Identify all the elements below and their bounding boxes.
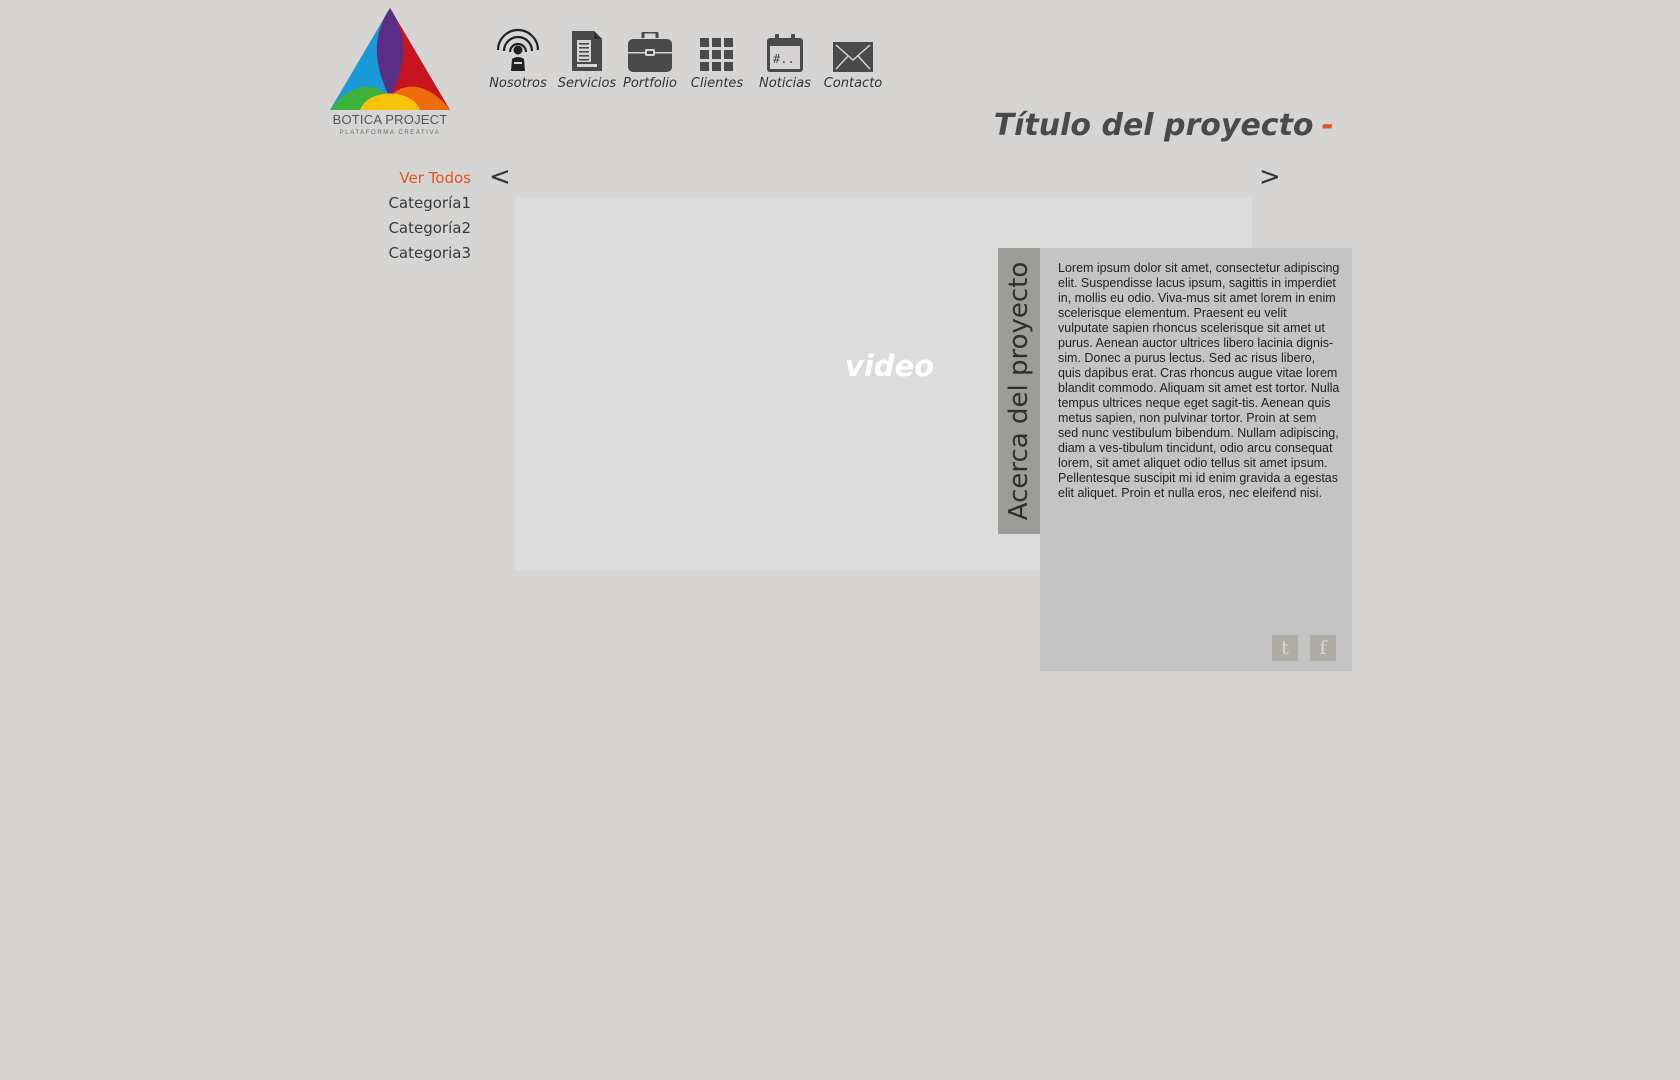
category-2[interactable]: Categoría2: [388, 216, 471, 241]
category-1[interactable]: Categoría1: [388, 191, 471, 216]
nav-label: Clientes: [690, 76, 744, 91]
botica-logo[interactable]: BOTICA PROJECT PLATAFORMA CREATIVA: [330, 8, 450, 138]
nav-nosotros[interactable]: Nosotros: [483, 26, 553, 91]
about-body: Lorem ipsum dolor sit amet, consectetur …: [1058, 261, 1340, 500]
about-panel: Lorem ipsum dolor sit amet, consectetur …: [1040, 248, 1352, 671]
nav-noticias[interactable]: #.. Noticias: [750, 26, 820, 91]
facebook-button[interactable]: f: [1310, 635, 1336, 661]
envelope-icon: [833, 42, 873, 72]
logo-subtitle: PLATAFORMA CREATIVA: [339, 130, 441, 136]
next-arrow[interactable]: >: [1259, 162, 1281, 192]
nav-label: Contacto: [823, 76, 883, 91]
nav-servicios[interactable]: Servicios: [552, 26, 622, 91]
grid-icon: [700, 38, 733, 71]
category-3[interactable]: Categoria3: [388, 241, 471, 266]
person-broadcast-icon: [496, 28, 540, 71]
project-title: Título del proyecto -: [994, 108, 1334, 143]
svg-text:#..: #..: [773, 52, 795, 66]
video-placeholder-label: video: [845, 349, 935, 383]
nav-label: Nosotros: [489, 76, 547, 91]
nav-portfolio[interactable]: Portfolio: [615, 26, 685, 91]
nav-clientes[interactable]: Clientes: [682, 26, 752, 91]
nav-contacto[interactable]: Contacto: [818, 26, 888, 91]
briefcase-icon: [628, 32, 672, 72]
twitter-button[interactable]: t: [1272, 635, 1298, 661]
nav-label: Servicios: [557, 76, 617, 91]
nav-label: Noticias: [759, 76, 811, 91]
nav-label: Portfolio: [623, 76, 677, 91]
logo-title: BOTICA PROJECT: [332, 112, 448, 127]
project-title-dash: -: [1321, 108, 1334, 143]
previous-arrow[interactable]: <: [489, 162, 511, 192]
about-heading: Acerca del proyecto: [1004, 261, 1034, 521]
document-icon: [572, 31, 602, 71]
triangle-logo-icon: [330, 8, 450, 110]
about-tab: Acerca del proyecto: [998, 248, 1040, 534]
category-list: Ver Todos Categoría1 Categoría2 Categori…: [388, 166, 471, 266]
category-ver-todos[interactable]: Ver Todos: [388, 166, 471, 191]
project-title-text: Título del proyecto: [993, 108, 1314, 143]
calendar-icon: #..: [767, 34, 803, 72]
